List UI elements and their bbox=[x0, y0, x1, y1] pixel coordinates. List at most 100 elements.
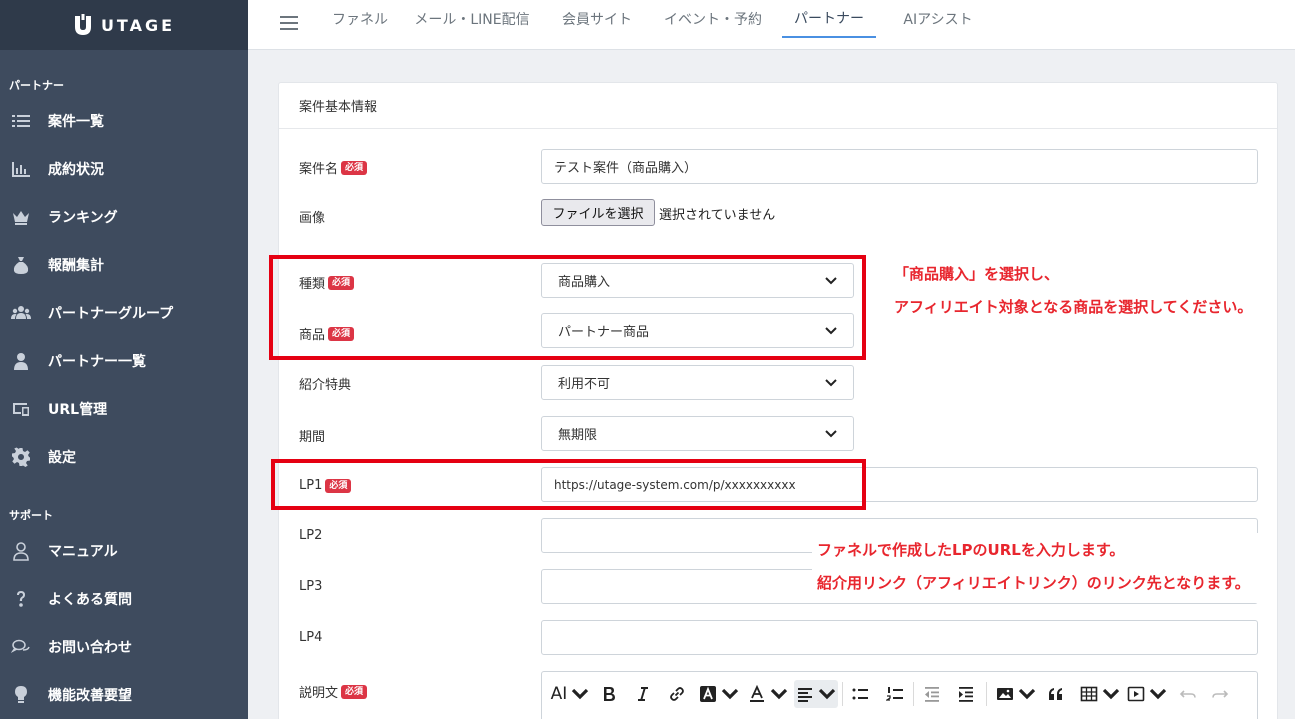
sidebar-item-feature-request[interactable]: 機能改善要望 bbox=[0, 671, 248, 719]
sidebar-item-ranking[interactable]: ランキング bbox=[0, 193, 248, 241]
brand-name: UTAGE bbox=[100, 15, 176, 35]
user-icon bbox=[9, 351, 33, 371]
tab-event-booking[interactable]: イベント・予約 bbox=[656, 0, 770, 38]
tab-member-site[interactable]: 会員サイト bbox=[552, 0, 642, 38]
money-bag-icon bbox=[9, 255, 33, 275]
period-select-value: 無期限 bbox=[558, 428, 598, 443]
image-icon[interactable] bbox=[996, 680, 1036, 708]
bold-icon[interactable] bbox=[598, 680, 620, 708]
required-badge: 必須 bbox=[341, 160, 368, 175]
sidebar-item-label: 機能改善要望 bbox=[48, 688, 132, 704]
case-name-label: 案件名 必須 bbox=[299, 158, 368, 177]
caret-down-icon bbox=[770, 688, 788, 700]
hamburger-menu-icon[interactable] bbox=[280, 16, 298, 34]
sidebar-item-label: パートナー一覧 bbox=[48, 354, 146, 370]
align-icon[interactable] bbox=[794, 680, 838, 708]
benefit-select-value: 利用不可 bbox=[558, 377, 611, 392]
description-label: 説明文 必須 bbox=[299, 682, 368, 701]
chevron-down-icon bbox=[825, 429, 837, 437]
chevron-down-icon bbox=[825, 378, 837, 386]
utage-logo-icon bbox=[74, 14, 91, 35]
toolbar-divider bbox=[986, 682, 987, 706]
sidebar-section-partner: パートナー bbox=[9, 79, 64, 92]
sidebar-item-label: よくある質問 bbox=[48, 592, 132, 608]
sidebar-item-label: 案件一覧 bbox=[48, 114, 104, 130]
annotation-box-type-product bbox=[269, 255, 866, 360]
lp4-label: LP4 bbox=[299, 630, 323, 645]
sidebar-item-rewards[interactable]: 報酬集計 bbox=[0, 241, 248, 289]
question-icon bbox=[9, 589, 33, 609]
sidebar-item-label: お問い合わせ bbox=[48, 640, 132, 656]
gear-icon bbox=[9, 447, 33, 467]
sidebar-item-label: ランキング bbox=[48, 210, 118, 226]
sidebar-item-url-management[interactable]: URL管理 bbox=[0, 385, 248, 433]
font-size-button[interactable]: AI bbox=[550, 680, 590, 708]
card-header: 案件基本情報 bbox=[279, 83, 1277, 129]
lp2-label: LP2 bbox=[299, 528, 323, 543]
indent-icon[interactable] bbox=[954, 680, 978, 708]
bar-chart-icon bbox=[9, 159, 33, 179]
undo-icon[interactable] bbox=[1176, 680, 1200, 708]
brand-logo[interactable]: UTAGE bbox=[0, 0, 248, 50]
sidebar-item-manual[interactable]: マニュアル bbox=[0, 527, 248, 575]
tab-partner[interactable]: パートナー bbox=[782, 0, 876, 38]
tab-mail-line[interactable]: メール・LINE配信 bbox=[411, 0, 533, 38]
italic-icon[interactable] bbox=[632, 680, 654, 708]
font-size-label: AI bbox=[550, 684, 568, 704]
caret-down-icon bbox=[721, 688, 739, 700]
sidebar-item-faq[interactable]: よくある質問 bbox=[0, 575, 248, 623]
period-label: 期間 bbox=[299, 430, 326, 445]
users-icon bbox=[9, 303, 33, 323]
choose-file-button[interactable]: ファイルを選択 bbox=[541, 199, 655, 226]
toolbar-divider bbox=[842, 682, 843, 706]
highlight-icon[interactable] bbox=[699, 680, 739, 708]
sidebar-item-contact[interactable]: お問い合わせ bbox=[0, 623, 248, 671]
caret-down-icon bbox=[1149, 688, 1167, 700]
sidebar-item-label: 設定 bbox=[48, 450, 76, 466]
tab-ai-assist[interactable]: AIアシスト bbox=[888, 0, 988, 38]
caret-down-icon bbox=[1018, 688, 1036, 700]
lightbulb-icon bbox=[9, 685, 33, 705]
sidebar-item-label: URL管理 bbox=[48, 402, 108, 418]
sidebar-section-support: サポート bbox=[9, 509, 53, 522]
crown-icon bbox=[9, 207, 33, 227]
caret-down-icon bbox=[818, 688, 836, 700]
font-color-icon[interactable] bbox=[748, 680, 788, 708]
caret-down-icon bbox=[1102, 688, 1120, 700]
benefit-select[interactable]: 利用不可 bbox=[541, 365, 854, 400]
annotation-box-lp1 bbox=[271, 459, 866, 510]
lp4-input[interactable] bbox=[541, 620, 1258, 655]
case-name-label-text: 案件名 bbox=[299, 162, 339, 177]
sidebar-item-partner-groups[interactable]: パートナーグループ bbox=[0, 289, 248, 337]
description-label-text: 説明文 bbox=[299, 686, 339, 701]
quote-icon[interactable] bbox=[1045, 680, 1067, 708]
table-icon[interactable] bbox=[1080, 680, 1120, 708]
media-icon[interactable] bbox=[1127, 680, 1167, 708]
top-navbar: ファネル メール・LINE配信 会員サイト イベント・予約 パートナー AIアシ… bbox=[248, 0, 1295, 50]
case-name-input[interactable]: テスト案件（商品購入） bbox=[541, 149, 1258, 184]
link-icon[interactable] bbox=[666, 680, 688, 708]
sidebar-item-partner-list[interactable]: パートナー一覧 bbox=[0, 337, 248, 385]
sidebar-item-cases[interactable]: 案件一覧 bbox=[0, 97, 248, 145]
list-icon bbox=[9, 111, 33, 131]
required-badge: 必須 bbox=[341, 684, 368, 699]
redo-icon[interactable] bbox=[1208, 680, 1232, 708]
numbered-list-icon[interactable] bbox=[883, 680, 907, 708]
annotation-lp-note-2: 紹介用リンク（アフィリエイトリンク）のリンク先となります。 bbox=[817, 574, 1250, 592]
annotation-type-note-2: アフィリエイト対象となる商品を選択してください。 bbox=[894, 298, 1253, 316]
sidebar-item-conversions[interactable]: 成約状況 bbox=[0, 145, 248, 193]
sidebar-item-label: パートナーグループ bbox=[48, 306, 174, 322]
benefit-label: 紹介特典 bbox=[299, 378, 352, 393]
sidebar-item-settings[interactable]: 設定 bbox=[0, 433, 248, 481]
caret-down-icon bbox=[572, 688, 589, 700]
devices-icon bbox=[9, 399, 33, 419]
sidebar: UTAGE パートナー 案件一覧 成約状況 ランキング 報酬集計 パートナーグル… bbox=[0, 0, 248, 719]
sidebar-item-label: 成約状況 bbox=[48, 162, 104, 178]
period-select[interactable]: 無期限 bbox=[541, 416, 854, 451]
tab-funnel[interactable]: ファネル bbox=[320, 0, 400, 38]
outdent-icon[interactable] bbox=[920, 680, 944, 708]
toolbar-divider bbox=[913, 682, 914, 706]
annotation-type-note-1: 「商品購入」を選択し、 bbox=[894, 265, 1060, 283]
bullet-list-icon[interactable] bbox=[848, 680, 872, 708]
person-outline-icon bbox=[9, 541, 33, 561]
